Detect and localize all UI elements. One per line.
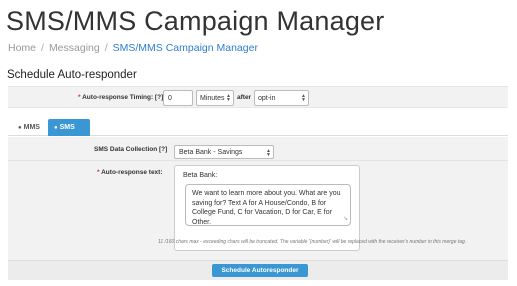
sms-form: SMS Data Collection [?] Beta Bank - Savi… (8, 137, 508, 260)
data-collection-label: SMS Data Collection [?] (94, 146, 168, 153)
select-arrows-icon: ▲ ▼ (301, 93, 306, 103)
select-arrows-icon: ▲ ▼ (226, 93, 231, 103)
tab-mms-label: MMS (23, 124, 40, 131)
breadcrumb-separator: / (41, 42, 44, 54)
help-text: 11 /160 chars max - exceeding chars will… (158, 239, 467, 245)
auto-response-label-text: Auto-response text: (101, 169, 163, 176)
auto-response-text: We want to learn more about you. What ar… (192, 190, 341, 226)
timing-label-text: Auto-response Timing: [?] (82, 94, 164, 101)
timing-value-input[interactable]: 0 (163, 90, 193, 106)
after-label: after (237, 94, 252, 101)
breadcrumb-messaging[interactable]: Messaging (49, 42, 100, 54)
select-arrows-icon: ▲ ▼ (266, 148, 271, 158)
breadcrumb-separator: / (104, 42, 108, 54)
tab-sms-label: SMS (59, 124, 75, 131)
trigger-value: opt-in (258, 95, 276, 102)
auto-response-label: * Auto-response text: (97, 169, 163, 176)
timing-row: * Auto-response Timing: [?] 0 Minutes ▲ ▼… (8, 86, 508, 108)
trigger-select[interactable]: opt-in ▲ ▼ (254, 90, 309, 106)
breadcrumb-home[interactable]: Home (8, 42, 36, 54)
message-type-tabs: ● MMS ● SMS (8, 118, 508, 136)
required-mark: * (78, 94, 81, 101)
tab-mms[interactable]: ● MMS (12, 119, 46, 136)
sms-prefix: Beta Bank: (183, 172, 218, 179)
breadcrumb-current[interactable]: SMS/MMS Campaign Manager (113, 42, 258, 54)
page-title: SMS/MMS Campaign Manager (6, 6, 385, 36)
breadcrumb: Home / Messaging / SMS/MMS Campaign Manager (8, 42, 258, 54)
section-title: Schedule Auto-responder (7, 69, 137, 81)
tab-sms[interactable]: ● SMS (48, 119, 90, 136)
timing-unit-value: Minutes (200, 95, 225, 102)
resize-handle-icon[interactable]: ↘ (343, 215, 348, 225)
timing-unit-select[interactable]: Minutes ▲ ▼ (196, 90, 234, 106)
timing-label: * Auto-response Timing: [?] (78, 94, 163, 101)
required-mark: * (97, 169, 100, 176)
data-collection-select[interactable]: Beta Bank - Savings ▲ ▼ (174, 145, 274, 159)
auto-response-textarea[interactable]: We want to learn more about you. What ar… (185, 184, 351, 226)
schedule-autoresponder-button[interactable]: Schedule Autoresponder (212, 264, 308, 277)
data-collection-value: Beta Bank - Savings (179, 149, 243, 156)
chat-icon: ● (18, 125, 22, 131)
chat-icon: ● (54, 125, 58, 131)
form-footer: Schedule Autoresponder (8, 260, 508, 280)
